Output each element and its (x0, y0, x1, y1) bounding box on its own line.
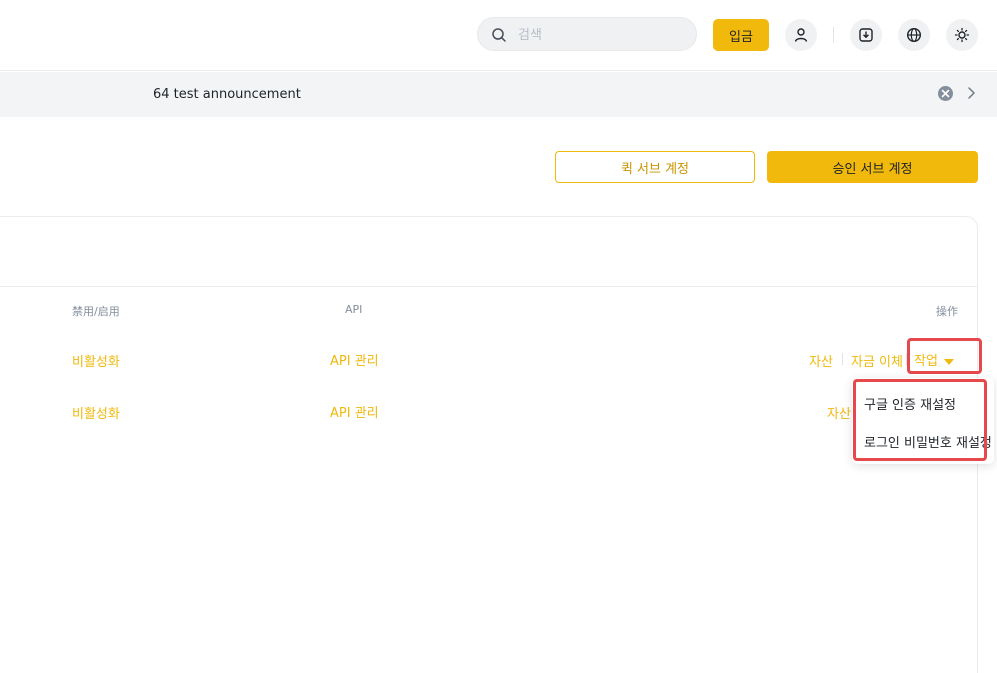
sun-icon (954, 27, 970, 43)
announcement-bar: 64 test announcement (0, 72, 997, 117)
approved-sub-account-button[interactable]: 승인 서브 계정 (767, 151, 978, 183)
column-header-status: 禁用/启用 (72, 305, 120, 318)
column-header-api: API (345, 303, 363, 316)
download-button[interactable] (850, 19, 882, 51)
download-icon (859, 28, 873, 42)
user-button[interactable] (785, 19, 817, 51)
dropdown-highlight-box (853, 379, 987, 461)
top-header: 입금 (0, 0, 997, 71)
announcement-text[interactable]: 64 test announcement (153, 87, 301, 102)
assets-link[interactable]: 자산 (809, 351, 833, 370)
fund-transfer-link[interactable]: 자금 이체 (851, 351, 903, 370)
disable-link[interactable]: 비활성화 (72, 403, 120, 422)
table-divider (0, 286, 977, 287)
chevron-right-icon[interactable] (963, 85, 979, 101)
header-divider (833, 27, 834, 43)
search-icon (492, 28, 506, 42)
theme-toggle-button[interactable] (946, 19, 978, 51)
user-icon (794, 28, 808, 42)
search-input[interactable] (518, 24, 688, 46)
disable-link[interactable]: 비활성화 (72, 351, 120, 370)
close-icon (941, 89, 950, 98)
api-management-link[interactable]: API 관리 (330, 350, 379, 369)
action-separator (842, 353, 843, 365)
quick-sub-account-button[interactable]: 퀵 서브 계정 (555, 151, 755, 183)
language-button[interactable] (898, 19, 930, 51)
column-header-actions: 操作 (936, 305, 958, 318)
globe-icon (906, 27, 922, 43)
deposit-button[interactable]: 입금 (713, 19, 769, 51)
operation-highlight-box (907, 338, 982, 374)
api-management-link[interactable]: API 관리 (330, 402, 379, 421)
close-announcement-button[interactable] (938, 86, 953, 101)
assets-link[interactable]: 자산 (827, 403, 851, 422)
search-box[interactable] (477, 17, 697, 51)
sub-account-table-panel (0, 216, 978, 673)
